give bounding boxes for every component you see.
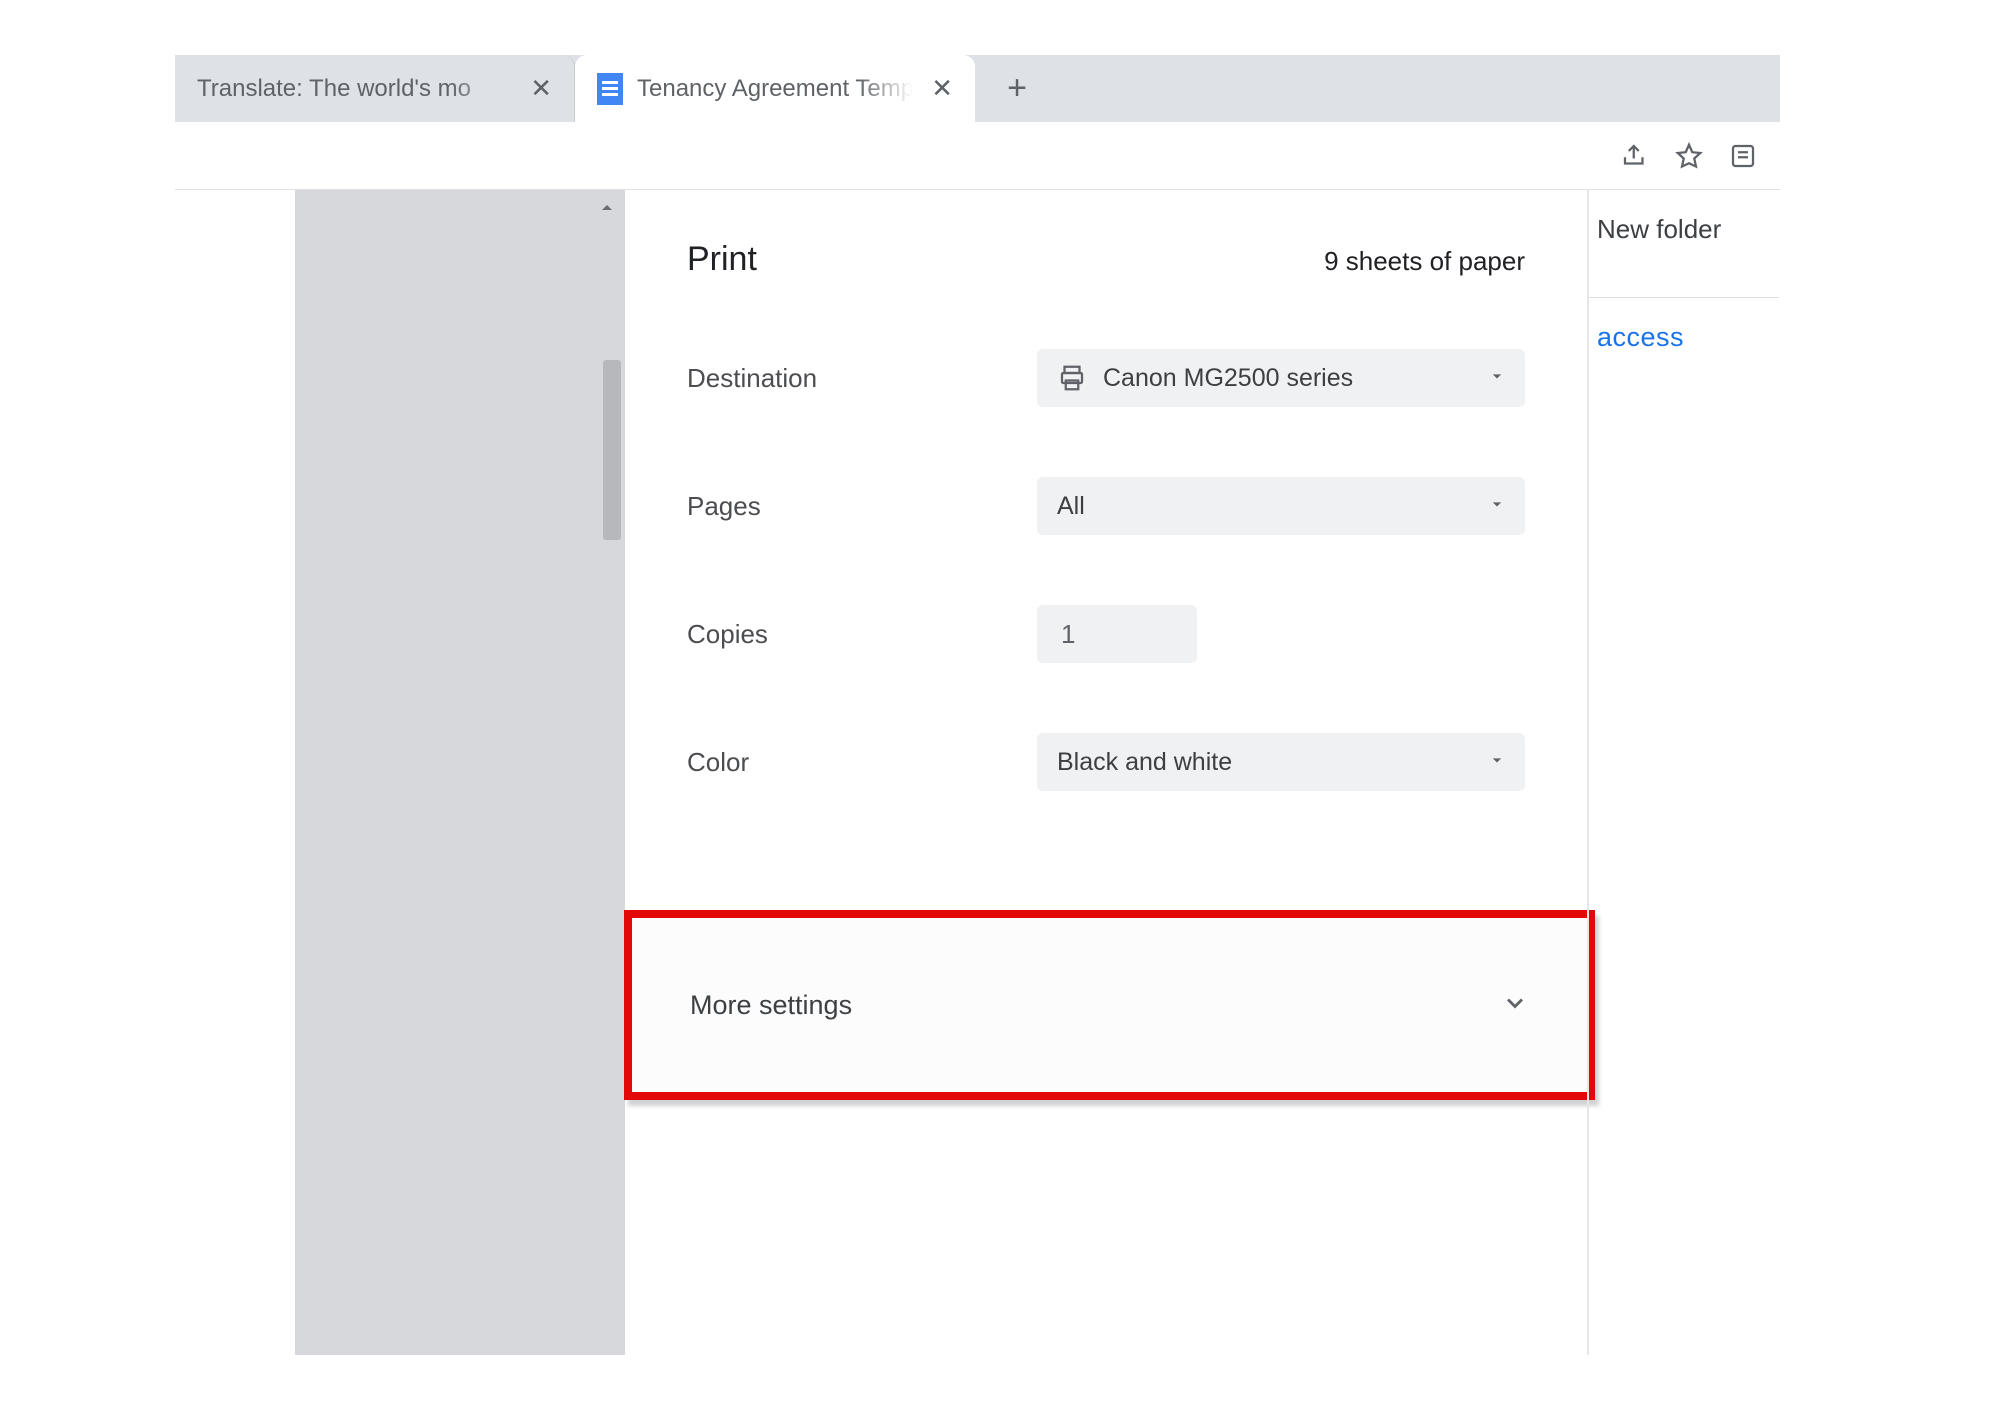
copies-input[interactable]: 1 <box>1037 605 1197 663</box>
close-icon[interactable]: ✕ <box>927 73 957 104</box>
copies-label: Copies <box>687 619 1037 650</box>
print-title: Print <box>687 240 757 279</box>
color-row: Color Black and white <box>687 733 1525 791</box>
star-icon[interactable] <box>1674 141 1704 171</box>
tab-title: Translate: The world's mo <box>197 75 512 103</box>
pages-row: Pages All <box>687 477 1525 535</box>
printer-icon <box>1057 365 1087 391</box>
print-header: Print 9 sheets of paper <box>687 240 1525 279</box>
print-dialog: Print 9 sheets of paper Destination Cano… <box>625 190 1587 1355</box>
chevron-down-icon <box>1487 364 1507 393</box>
content-area: Print 9 sheets of paper Destination Cano… <box>175 190 1780 1355</box>
print-preview-column <box>175 190 625 1355</box>
destination-label: Destination <box>687 363 1037 394</box>
scroll-up-arrow-icon[interactable] <box>595 196 619 220</box>
reading-list-icon[interactable] <box>1728 141 1758 171</box>
access-link[interactable]: access <box>1589 298 1779 371</box>
new-tab-button[interactable]: + <box>995 67 1039 111</box>
chevron-down-icon <box>1501 989 1529 1022</box>
share-icon[interactable] <box>1620 141 1650 171</box>
background-peek: New folder access <box>1589 190 1779 371</box>
preview-scroll-area <box>295 190 625 1355</box>
color-dropdown[interactable]: Black and white <box>1037 733 1525 791</box>
browser-window: Translate: The world's mo ✕ Tenancy Agre… <box>175 55 1780 1355</box>
color-label: Color <box>687 747 1037 778</box>
more-settings-toggle[interactable]: More settings <box>624 910 1595 1100</box>
tab-title: Tenancy Agreement Template.do <box>637 75 913 103</box>
close-icon[interactable]: ✕ <box>526 73 556 104</box>
destination-row: Destination Canon MG2500 series <box>687 349 1525 407</box>
tab-tenancy-doc[interactable]: Tenancy Agreement Template.do ✕ <box>575 55 975 122</box>
tab-translate[interactable]: Translate: The world's mo ✕ <box>175 55 575 122</box>
destination-value: Canon MG2500 series <box>1103 364 1353 393</box>
pages-value: All <box>1057 492 1085 521</box>
chevron-down-icon <box>1487 748 1507 777</box>
copies-row: Copies 1 <box>687 605 1525 663</box>
scrollbar-thumb[interactable] <box>603 360 621 540</box>
toolbar-row <box>175 122 1780 190</box>
tab-strip: Translate: The world's mo ✕ Tenancy Agre… <box>175 55 1780 122</box>
chevron-down-icon <box>1487 492 1507 521</box>
google-docs-icon <box>597 73 623 105</box>
sheet-count: 9 sheets of paper <box>1324 246 1525 277</box>
pages-label: Pages <box>687 491 1037 522</box>
copies-value: 1 <box>1061 619 1075 650</box>
destination-dropdown[interactable]: Canon MG2500 series <box>1037 349 1525 407</box>
pages-dropdown[interactable]: All <box>1037 477 1525 535</box>
new-folder-text: New folder <box>1589 190 1779 298</box>
color-value: Black and white <box>1057 748 1232 777</box>
more-settings-label: More settings <box>690 990 1501 1021</box>
